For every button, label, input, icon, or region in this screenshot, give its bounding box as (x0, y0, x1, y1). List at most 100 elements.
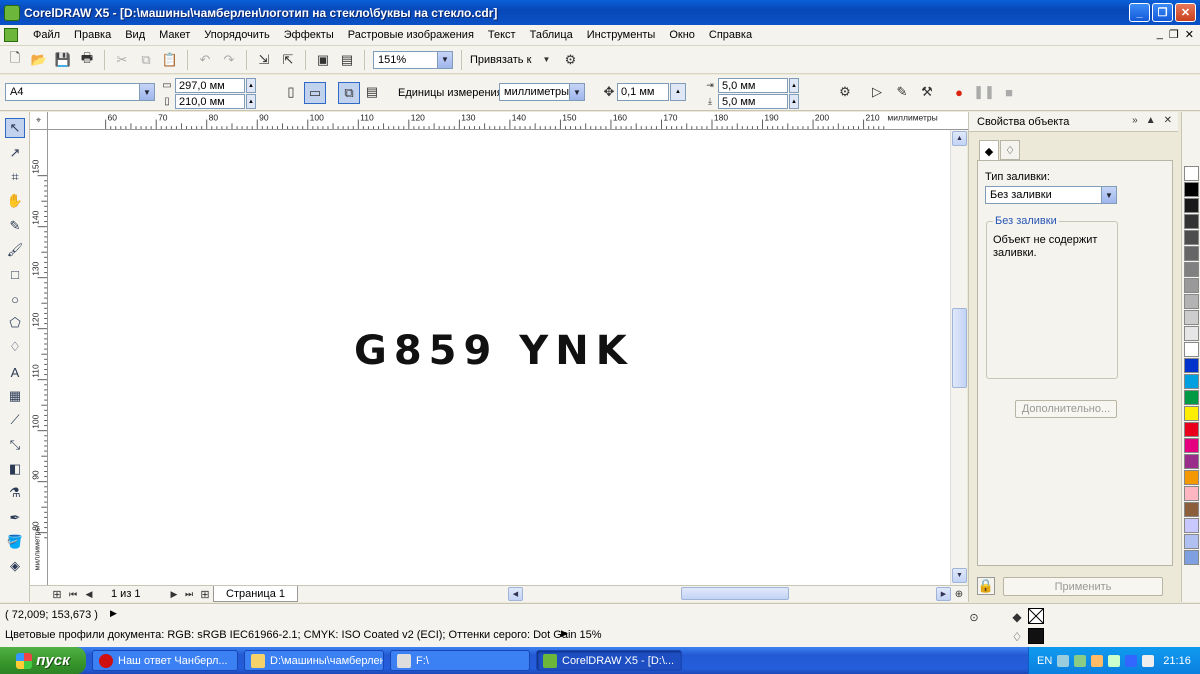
add-page-after-icon[interactable]: ⊞ (196, 585, 214, 603)
dimension-tool-icon[interactable]: ⟋ (5, 410, 25, 430)
ellipse-tool-icon[interactable]: ○ (5, 289, 25, 309)
current-page-icon[interactable]: ▤ (363, 83, 381, 101)
page-height-spinner[interactable]: ▲ (246, 94, 256, 109)
lock-icon[interactable]: 🔒 (977, 577, 995, 595)
portrait-icon[interactable]: ▯ (282, 83, 300, 101)
page-tab[interactable]: Страница 1 (213, 586, 299, 602)
fill-tool-icon[interactable]: 🪣 (5, 532, 25, 552)
macro-editor-icon[interactable]: ✎ (893, 83, 911, 101)
minimize-button[interactable]: _ (1129, 3, 1150, 22)
record-icon[interactable]: ● (950, 83, 968, 101)
color-swatch[interactable] (1184, 262, 1199, 277)
color-swatch[interactable] (1184, 454, 1199, 469)
vertical-ruler[interactable]: 1501401301201101009080 миллиметры (30, 130, 48, 585)
network-icon[interactable] (1057, 654, 1070, 667)
coords-expand-icon[interactable]: ▶ (110, 608, 117, 619)
doc-restore-button[interactable]: ❐ (1169, 28, 1179, 41)
freehand-tool-icon[interactable]: ✎ (5, 216, 25, 236)
menu-file[interactable]: Файл (26, 29, 67, 41)
chevron-down-icon[interactable]: ▼ (139, 84, 154, 100)
landscape-icon[interactable]: ▭ (304, 82, 326, 104)
docker-header[interactable]: Свойства объекта » ▲ ✕ (969, 112, 1178, 132)
security-icon[interactable] (1074, 654, 1087, 667)
color-swatch[interactable] (1184, 230, 1199, 245)
menu-view[interactable]: Вид (118, 29, 152, 41)
vertical-scroll-thumb[interactable] (952, 308, 967, 388)
scroll-up-button[interactable]: ▲ (952, 131, 967, 146)
color-swatch[interactable] (1184, 326, 1199, 341)
options-icon[interactable]: ⚙ (561, 51, 579, 69)
color-swatch[interactable] (1184, 422, 1199, 437)
license-plate-text-object[interactable]: G859 YNK (354, 328, 634, 374)
menu-help[interactable]: Справка (702, 29, 759, 41)
color-swatch[interactable] (1184, 438, 1199, 453)
color-swatch[interactable] (1184, 486, 1199, 501)
text-tool-icon[interactable]: A (5, 362, 25, 382)
drawing-canvas[interactable]: G859 YNK (48, 130, 950, 585)
rectangle-tool-icon[interactable]: □ (5, 264, 25, 284)
menu-arrange[interactable]: Упорядочить (197, 29, 276, 41)
color-swatch[interactable] (1184, 278, 1199, 293)
scroll-right-button[interactable]: ▶ (936, 587, 951, 601)
close-button[interactable]: ✕ (1175, 3, 1196, 22)
save-icon[interactable]: 💾 (54, 51, 72, 69)
horizontal-scroll-thumb[interactable] (681, 587, 789, 600)
polygon-tool-icon[interactable]: ⬠ (5, 313, 25, 333)
color-swatch[interactable] (1184, 358, 1199, 373)
palette-scroll-up[interactable] (1182, 112, 1200, 120)
menu-text[interactable]: Текст (481, 29, 523, 41)
title-bar[interactable]: CorelDRAW X5 - [D:\машины\чамберлен\лого… (0, 0, 1200, 25)
chevron-down-icon[interactable]: ▼ (437, 51, 452, 68)
apply-button[interactable]: Применить (1003, 577, 1163, 596)
start-button[interactable]: пуск (0, 647, 86, 674)
no-fill-swatch-icon[interactable] (1028, 608, 1044, 624)
pick-tool-icon[interactable]: ↖ (5, 118, 25, 138)
color-swatch[interactable] (1184, 406, 1199, 421)
view-icon[interactable]: ⊙ (965, 608, 983, 626)
color-swatch[interactable] (1184, 470, 1199, 485)
signal-icon[interactable] (1108, 654, 1121, 667)
paper-size-select[interactable]: A4 ▼ (5, 83, 155, 101)
fill-tab-icon[interactable]: ◆ (979, 140, 999, 161)
color-swatch[interactable] (1184, 294, 1199, 309)
undo-icon[interactable]: ↶ (196, 51, 214, 69)
previous-page-icon[interactable]: ◀ (80, 585, 98, 603)
taskbar-item-drive[interactable]: F:\ (390, 650, 530, 671)
vertical-scrollbar[interactable]: ▲ ▼ (950, 130, 967, 585)
menu-tools[interactable]: Инструменты (580, 29, 663, 41)
collapse-docker-icon[interactable]: ▲ (1146, 115, 1156, 126)
volume-icon[interactable] (1142, 654, 1155, 667)
color-swatch[interactable] (1184, 214, 1199, 229)
table-tool-icon[interactable]: ▦ (5, 386, 25, 406)
page-width-spinner[interactable]: ▲ (246, 78, 256, 93)
duplicate-y-input[interactable]: 5,0 мм (718, 94, 788, 109)
outline-color-swatch[interactable] (1028, 628, 1044, 644)
page-height-input[interactable]: 210,0 мм (175, 94, 245, 109)
export-icon[interactable]: ⇱ (279, 51, 297, 69)
copy-icon[interactable]: ⧉ (137, 51, 155, 69)
color-swatch[interactable] (1184, 518, 1199, 533)
chevron-down-icon[interactable]: ▼ (1101, 187, 1116, 203)
outline-tab-icon[interactable]: ♢ (1000, 140, 1020, 160)
zoom-level-select[interactable]: 151% ▼ (373, 50, 453, 69)
new-document-icon[interactable]: 🗋 (6, 50, 24, 69)
no-color-swatch[interactable] (1184, 166, 1199, 181)
language-indicator[interactable]: EN (1037, 655, 1052, 667)
welcome-screen-icon[interactable]: ▤ (338, 51, 356, 69)
duplicate-x-spinner[interactable]: ▲ (789, 78, 799, 93)
menu-table[interactable]: Таблица (523, 29, 580, 41)
smart-fill-tool-icon[interactable]: 🖌 (5, 240, 25, 260)
ruler-origin[interactable]: ⌖ (30, 112, 48, 130)
menu-bitmaps[interactable]: Растровые изображения (341, 29, 481, 41)
color-swatch[interactable] (1184, 198, 1199, 213)
paste-icon[interactable]: 📋 (161, 51, 179, 69)
clock[interactable]: 21:16 (1163, 655, 1191, 667)
duplicate-y-spinner[interactable]: ▲ (789, 94, 799, 109)
eyedropper-tool-icon[interactable]: ⚗ (5, 483, 25, 503)
menu-layout[interactable]: Макет (152, 29, 197, 41)
page-width-input[interactable]: 297,0 мм (175, 78, 245, 93)
nudge-spinner[interactable]: ▲ (670, 83, 686, 101)
profiles-expand-icon[interactable]: ▶ (561, 628, 568, 639)
doc-close-button[interactable]: ✕ (1185, 28, 1194, 41)
redo-icon[interactable]: ↷ (220, 51, 238, 69)
